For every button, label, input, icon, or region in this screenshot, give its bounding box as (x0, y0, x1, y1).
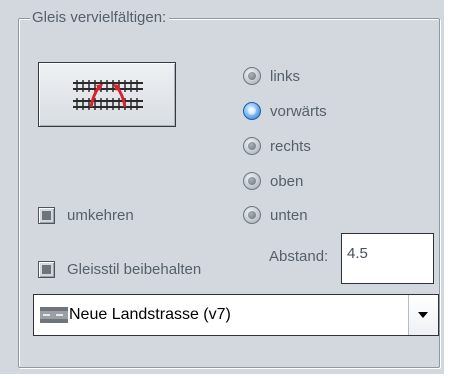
radio-label-vorwaerts: vorwärts (270, 102, 327, 120)
radio-links[interactable]: links (243, 64, 300, 88)
radio-rechts[interactable]: rechts (243, 134, 311, 158)
abstand-input[interactable]: 4.5 (341, 233, 434, 284)
track-style-dropdown[interactable]: Neue Landstrasse (v7) (33, 294, 439, 336)
dropdown-button[interactable] (408, 295, 438, 335)
radio-vorwaerts[interactable]: vorwärts (243, 99, 327, 123)
radio-indicator-selected[interactable] (243, 102, 261, 120)
radio-indicator[interactable] (243, 206, 261, 224)
gleisstil-label: Gleisstil beibehalten (67, 260, 202, 278)
radio-indicator[interactable] (243, 137, 261, 155)
radio-indicator[interactable] (243, 67, 261, 85)
radio-oben[interactable]: oben (243, 169, 303, 193)
track-style-value: Neue Landstrasse (v7) (69, 306, 231, 323)
radio-indicator[interactable] (243, 172, 261, 190)
radio-label-unten: unten (270, 206, 308, 224)
radio-unten[interactable]: unten (243, 203, 308, 227)
abstand-label: Abstand: (269, 248, 329, 265)
road-style-icon (40, 307, 68, 323)
track-duplicate-icon (73, 80, 143, 110)
chevron-down-icon (418, 312, 428, 318)
gleisstil-checkbox[interactable]: Gleisstil beibehalten (38, 259, 201, 279)
umkehren-checkbox[interactable]: umkehren (38, 205, 134, 225)
groupbox-title: Gleis vervielfältigen: (30, 8, 170, 28)
radio-label-rechts: rechts (270, 137, 311, 155)
radio-label-links: links (270, 67, 301, 85)
umkehren-label: umkehren (67, 206, 134, 224)
radio-label-oben: oben (270, 172, 304, 190)
checkbox-indicator[interactable] (38, 260, 55, 278)
duplicate-track-panel: Gleis vervielfältigen: links vorwärts re… (0, 0, 446, 376)
duplicate-track-button[interactable] (38, 62, 176, 127)
checkbox-indicator[interactable] (38, 206, 55, 224)
